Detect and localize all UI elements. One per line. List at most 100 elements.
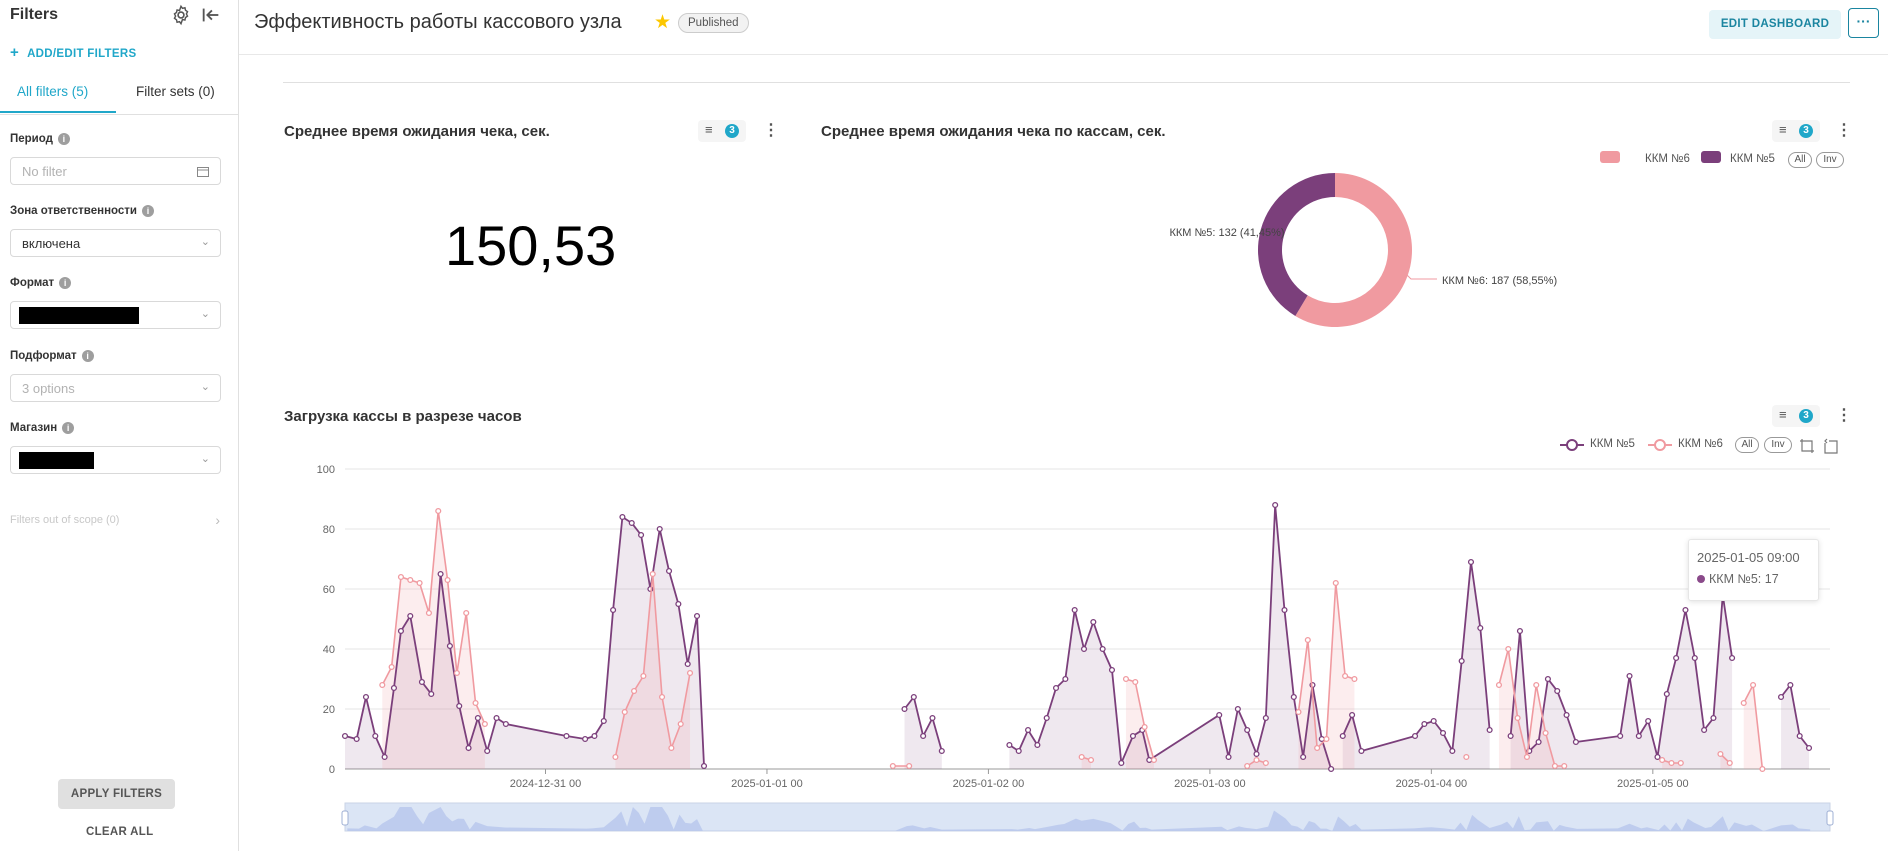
data-point-kkm6[interactable]	[1323, 735, 1330, 743]
data-point-kkm6[interactable]	[649, 570, 656, 578]
data-point-kkm5[interactable]	[591, 732, 598, 740]
data-point-kkm5[interactable]	[1467, 558, 1475, 566]
data-point-kkm5[interactable]	[1796, 732, 1803, 740]
data-point-kkm6[interactable]	[1677, 759, 1684, 767]
legend-all-button[interactable]: All	[1788, 152, 1812, 168]
data-point-kkm5[interactable]	[484, 747, 491, 755]
data-point-kkm5[interactable]	[1253, 750, 1260, 758]
data-point-kkm5[interactable]	[456, 702, 463, 710]
data-point-kkm5[interactable]	[1262, 714, 1269, 722]
data-point-kkm5[interactable]	[1439, 729, 1447, 737]
data-point-kkm6[interactable]	[1523, 753, 1530, 761]
data-point-kkm5[interactable]	[1080, 645, 1088, 653]
data-point-kkm5[interactable]	[1563, 711, 1570, 719]
data-point-kkm5[interactable]	[1516, 627, 1523, 635]
legend-label-kkm5[interactable]: ККМ №5	[1590, 438, 1635, 450]
data-point-kkm5[interactable]	[1339, 732, 1346, 740]
data-point-kkm6[interactable]	[1668, 759, 1675, 767]
data-point-kkm6[interactable]	[1726, 759, 1733, 767]
data-point-kkm5[interactable]	[1477, 624, 1484, 632]
data-point-kkm5[interactable]	[1034, 741, 1041, 749]
data-point-kkm5[interactable]	[1300, 753, 1307, 761]
data-point-kkm6[interactable]	[435, 507, 442, 515]
data-point-kkm5[interactable]	[1635, 732, 1642, 740]
data-point-kkm6[interactable]	[453, 669, 460, 677]
legend-all-button[interactable]: All	[1735, 437, 1759, 453]
data-point-kkm5[interactable]	[1682, 606, 1689, 614]
data-point-kkm6[interactable]	[612, 753, 619, 761]
data-point-kkm6[interactable]	[658, 693, 666, 701]
chart-menu-icon[interactable]: ⋮	[1836, 121, 1852, 141]
data-point-kkm5[interactable]	[1626, 672, 1633, 680]
data-point-kkm6[interactable]	[1304, 636, 1311, 644]
subformat-select[interactable]: 3 options ⌄	[10, 374, 221, 402]
data-point-kkm5[interactable]	[1290, 693, 1297, 701]
data-point-kkm6[interactable]	[1514, 714, 1521, 722]
zoom-select-icon[interactable]	[1799, 438, 1815, 454]
data-point-kkm6[interactable]	[1717, 750, 1724, 758]
filters-out-of-scope[interactable]: Filters out of scope (0) ›	[10, 512, 220, 528]
data-point-kkm6[interactable]	[1150, 756, 1157, 764]
data-point-kkm6[interactable]	[1087, 756, 1095, 764]
favorite-star-icon[interactable]: ★	[654, 11, 671, 34]
gear-icon[interactable]	[170, 4, 192, 26]
data-point-kkm5[interactable]	[628, 519, 635, 527]
donut-slice-kkm5[interactable]	[1258, 173, 1335, 316]
data-point-kkm5[interactable]	[1358, 747, 1365, 755]
data-point-kkm5[interactable]	[1234, 705, 1241, 713]
format-select[interactable]: ⌄	[10, 301, 221, 329]
data-point-kkm6[interactable]	[1132, 678, 1139, 686]
data-point-kkm5[interactable]	[428, 690, 435, 698]
legend-label-kkm5[interactable]: ККМ №5	[1730, 153, 1775, 165]
chart-menu-icon[interactable]: ⋮	[763, 121, 779, 141]
data-point-kkm5[interactable]	[1544, 675, 1551, 683]
data-point-kkm5[interactable]	[1108, 666, 1116, 674]
period-filter-input[interactable]: No filter	[10, 157, 221, 185]
data-point-kkm5[interactable]	[341, 732, 349, 740]
data-point-kkm5[interactable]	[1673, 654, 1680, 662]
data-point-kkm5[interactable]	[910, 693, 917, 701]
data-point-kkm5[interactable]	[1701, 726, 1708, 734]
data-point-kkm6[interactable]	[379, 681, 386, 689]
data-point-kkm6[interactable]	[1542, 729, 1549, 737]
data-point-kkm6[interactable]	[906, 762, 913, 770]
data-point-kkm5[interactable]	[1777, 693, 1785, 701]
legend-invert-button[interactable]: Inv	[1764, 437, 1792, 453]
data-point-kkm5[interactable]	[1015, 747, 1022, 755]
data-point-kkm5[interactable]	[1006, 741, 1013, 749]
data-point-kkm5[interactable]	[1663, 690, 1670, 698]
data-point-kkm5[interactable]	[582, 735, 589, 743]
edit-dashboard-button[interactable]: EDIT DASHBOARD	[1709, 10, 1841, 39]
data-point-kkm5[interactable]	[407, 612, 414, 620]
data-point-kkm5[interactable]	[1729, 654, 1736, 662]
data-point-kkm6[interactable]	[472, 699, 479, 707]
add-edit-filters-button[interactable]: + ADD/EDIT FILTERS	[10, 44, 136, 61]
data-point-kkm5[interactable]	[1411, 732, 1419, 740]
data-point-kkm5[interactable]	[1645, 717, 1652, 725]
more-options-button[interactable]: ···	[1848, 8, 1879, 38]
data-point-kkm5[interactable]	[700, 762, 708, 770]
data-point-kkm5[interactable]	[1430, 717, 1437, 725]
legend-invert-button[interactable]: Inv	[1816, 152, 1844, 168]
data-point-kkm6[interactable]	[621, 708, 628, 716]
zoom-handle-right[interactable]	[1826, 810, 1834, 826]
data-point-kkm6[interactable]	[481, 720, 488, 728]
data-point-kkm5[interactable]	[1507, 732, 1514, 740]
data-point-kkm6[interactable]	[1463, 753, 1470, 761]
data-point-kkm5[interactable]	[381, 753, 388, 761]
data-point-kkm5[interactable]	[502, 720, 509, 728]
status-badge[interactable]: Published	[678, 13, 749, 33]
data-point-kkm6[interactable]	[677, 720, 684, 728]
data-point-kkm6[interactable]	[631, 687, 638, 695]
data-point-kkm5[interactable]	[362, 693, 370, 701]
data-point-kkm5[interactable]	[675, 600, 682, 608]
data-point-kkm5[interactable]	[1272, 501, 1279, 509]
data-point-kkm6[interactable]	[463, 609, 470, 617]
data-point-kkm6[interactable]	[397, 573, 404, 581]
data-point-kkm5[interactable]	[1421, 720, 1428, 728]
data-point-kkm5[interactable]	[1244, 726, 1251, 734]
data-point-kkm5[interactable]	[1281, 606, 1288, 614]
apply-filters-button[interactable]: APPLY FILTERS	[58, 779, 175, 809]
data-point-kkm6[interactable]	[1659, 756, 1666, 764]
data-point-kkm5[interactable]	[1654, 753, 1661, 761]
